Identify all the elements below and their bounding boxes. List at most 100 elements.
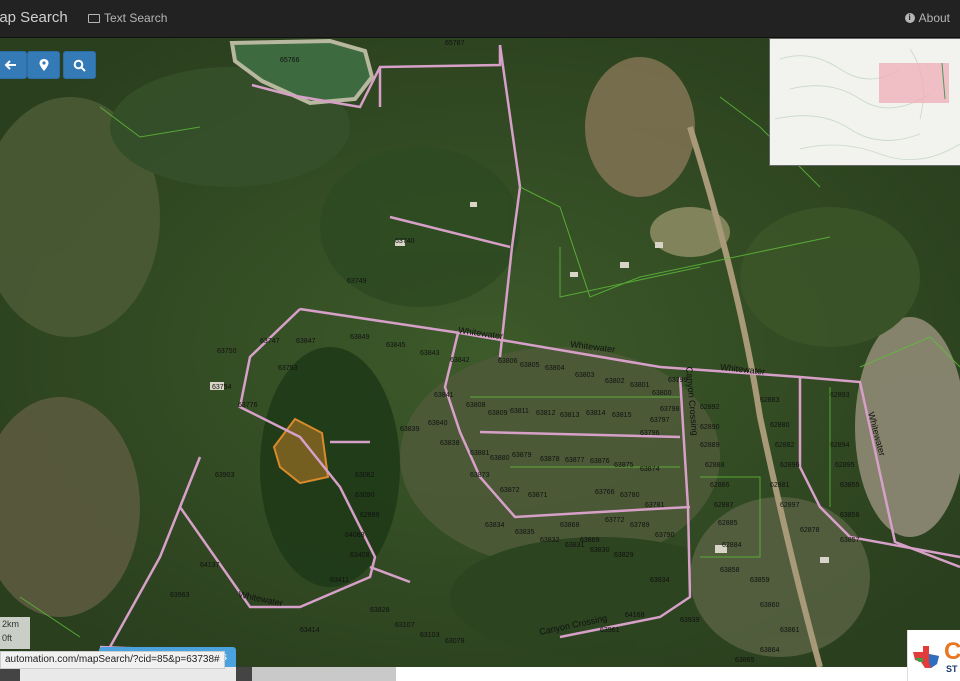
parcel-label[interactable]: 62889 (700, 442, 720, 449)
parcel-label[interactable]: 63830 (590, 547, 610, 554)
parcel-label[interactable]: 63839 (400, 426, 420, 433)
parcel-label[interactable]: 63878 (540, 456, 560, 463)
parcel-label[interactable]: 63845 (386, 342, 406, 349)
parcel-label[interactable]: 63934 (650, 577, 670, 584)
parcel-label[interactable]: 63861 (780, 627, 800, 634)
parcel-label[interactable]: 63082 (355, 472, 375, 479)
parcel-label[interactable]: 63753 (278, 365, 298, 372)
parcel-label[interactable]: 63797 (650, 417, 670, 424)
parcel-label[interactable]: 63843 (420, 350, 440, 357)
parcel-label[interactable]: 62890 (700, 424, 720, 431)
parcel-label[interactable]: 63814 (586, 410, 606, 417)
parcel-label[interactable]: 62896 (780, 462, 800, 469)
parcel-label[interactable]: 63780 (620, 492, 640, 499)
overview-extent[interactable] (879, 63, 949, 103)
parcel-label[interactable]: 63740 (395, 238, 415, 245)
parcel-label[interactable]: 63831 (565, 542, 585, 549)
parcel-label[interactable]: 62885 (718, 520, 738, 527)
brand-logo[interactable]: C ST (907, 630, 960, 681)
parcel-label[interactable]: 63809 (488, 410, 508, 417)
parcel-label[interactable]: 63079 (445, 638, 465, 645)
search-button[interactable] (63, 51, 96, 79)
parcel-label[interactable]: 63781 (645, 502, 665, 509)
brand-title[interactable]: lap Search (0, 9, 68, 26)
parcel-label[interactable]: 62899 (360, 512, 380, 519)
parcel-label[interactable]: 63804 (545, 365, 565, 372)
parcel-label[interactable]: 63857 (840, 537, 860, 544)
parcel-label[interactable]: 63090 (355, 492, 375, 499)
parcel-label[interactable]: 62883 (760, 397, 780, 404)
parcel-label[interactable]: 63858 (720, 567, 740, 574)
parcel-label[interactable]: 63828 (370, 607, 390, 614)
parcel-label[interactable]: 63849 (350, 334, 370, 341)
parcel-label[interactable]: 63408 (350, 552, 370, 559)
parcel-label[interactable]: 62897 (780, 502, 800, 509)
parcel-label[interactable]: 63789 (630, 522, 650, 529)
parcel-label[interactable]: 63747 (260, 338, 280, 345)
parcel-label[interactable]: 63829 (614, 552, 634, 559)
parcel-label[interactable]: 63847 (296, 338, 316, 345)
parcel-label[interactable]: 63874 (640, 466, 660, 473)
text-search-link[interactable]: Text Search (88, 11, 167, 25)
parcel-label[interactable]: 63750 (217, 348, 237, 355)
locate-button[interactable] (27, 51, 60, 79)
parcel-label[interactable]: 62893 (830, 392, 850, 399)
parcel-label[interactable]: 64168 (625, 612, 645, 619)
parcel-label[interactable]: 62895 (835, 462, 855, 469)
parcel-label[interactable]: 63961 (600, 627, 620, 634)
parcel-label[interactable]: 63813 (560, 412, 580, 419)
parcel-label[interactable]: 63808 (466, 402, 486, 409)
parcel-label[interactable]: 63103 (420, 632, 440, 639)
parcel-label[interactable]: 63800 (652, 390, 672, 397)
parcel-label[interactable]: 62888 (705, 462, 725, 469)
parcel-label[interactable]: 63411 (330, 577, 349, 584)
parcel-label[interactable]: 63880 (490, 455, 510, 462)
parcel-label[interactable]: 63776 (238, 402, 258, 409)
parcel-label[interactable]: 63766 (595, 489, 615, 496)
parcel-label[interactable]: 63815 (612, 412, 632, 419)
parcel-label[interactable]: 63859 (750, 577, 770, 584)
parcel-label[interactable]: 62878 (800, 527, 820, 534)
parcel-label[interactable]: 63806 (498, 358, 518, 365)
parcel-label[interactable]: 63877 (565, 457, 585, 464)
parcel-label[interactable]: 63772 (605, 517, 625, 524)
parcel-label[interactable]: 64137 (200, 562, 220, 569)
parcel-label[interactable]: 62882 (775, 442, 795, 449)
parcel-label[interactable]: 63876 (590, 458, 610, 465)
parcel-label[interactable]: 63796 (640, 430, 660, 437)
parcel-label[interactable]: 63834 (485, 522, 505, 529)
parcel-label[interactable]: 63875 (614, 462, 634, 469)
parcel-label[interactable]: 62886 (710, 482, 730, 489)
parcel-label[interactable]: 63855 (840, 482, 860, 489)
parcel-label[interactable]: 63865 (735, 657, 755, 664)
parcel-label[interactable]: 63414 (300, 627, 320, 634)
parcel-label[interactable]: 65766 (280, 57, 300, 64)
parcel-label[interactable]: 63799 (668, 377, 688, 384)
parcel-label[interactable]: 63802 (605, 378, 625, 385)
parcel-label[interactable]: 63798 (660, 406, 680, 413)
parcel-label[interactable]: 63107 (395, 622, 415, 629)
parcel-label[interactable]: 63963 (170, 592, 190, 599)
parcel-label[interactable]: 63879 (512, 452, 532, 459)
parcel-label[interactable]: 63872 (500, 487, 520, 494)
parcel-label[interactable]: 63864 (760, 647, 780, 654)
parcel-label[interactable]: 63871 (528, 492, 548, 499)
about-link[interactable]: i About (904, 11, 950, 25)
parcel-label[interactable]: 63835 (515, 529, 535, 536)
parcel-label[interactable]: 63881 (470, 450, 490, 457)
parcel-label[interactable]: 62892 (700, 404, 720, 411)
parcel-label[interactable]: 63805 (520, 362, 540, 369)
parcel-label[interactable]: 63801 (630, 382, 650, 389)
parcel-label[interactable]: 63903 (215, 472, 235, 479)
parcel-label[interactable]: 63749 (347, 278, 367, 285)
parcel-label[interactable]: 63868 (560, 522, 580, 529)
parcel-label[interactable]: 63803 (575, 372, 595, 379)
parcel-label[interactable]: 63832 (540, 537, 560, 544)
parcel-label[interactable]: 63812 (536, 410, 556, 417)
parcel-label[interactable]: 64088 (345, 532, 365, 539)
overview-map[interactable] (769, 38, 960, 166)
parcel-label[interactable]: 63860 (760, 602, 780, 609)
parcel-label[interactable]: 63841 (434, 392, 454, 399)
parcel-label[interactable]: 63842 (450, 357, 470, 364)
parcel-label[interactable]: 63939 (680, 617, 700, 624)
